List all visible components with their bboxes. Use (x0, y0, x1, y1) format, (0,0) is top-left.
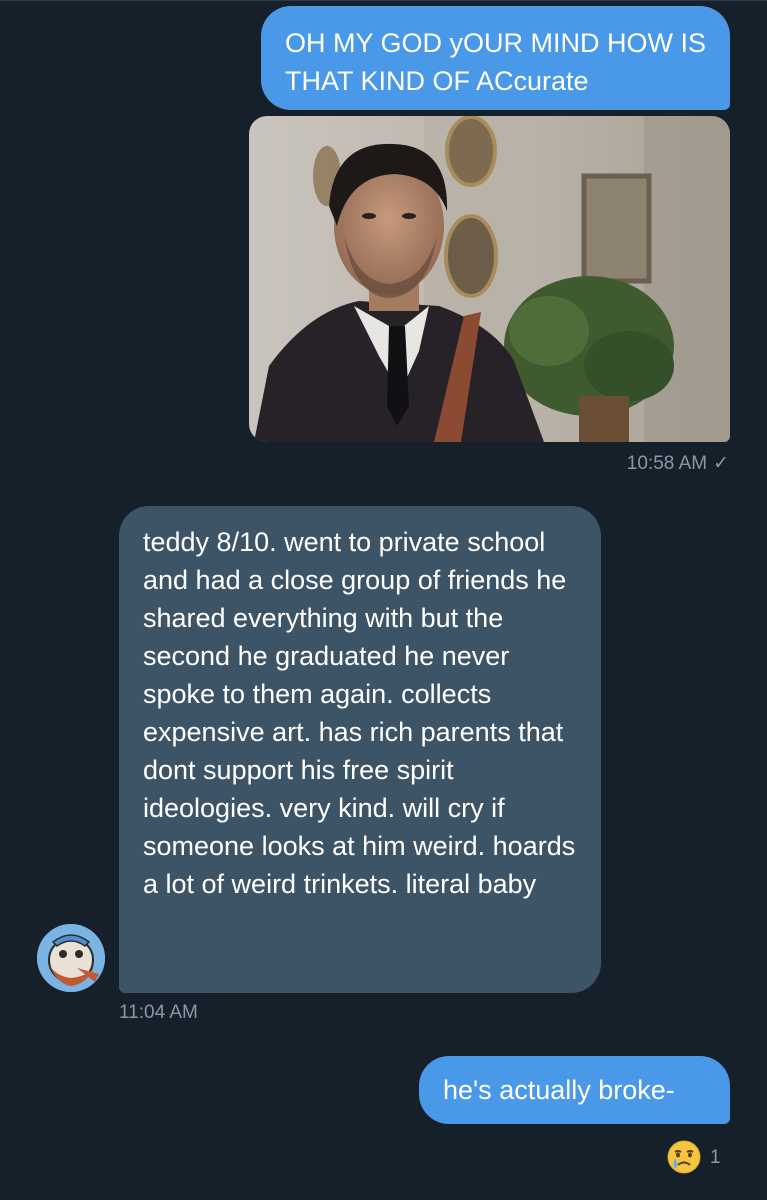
reaction-count: 1 (710, 1147, 721, 1168)
incoming-message-bubble[interactable]: teddy 8/10. went to private school and h… (119, 506, 601, 993)
message-text: OH MY GOD yOUR MIND HOW IS THAT KIND OF … (285, 28, 707, 96)
photo-message[interactable] (249, 116, 730, 442)
avatar[interactable] (37, 924, 105, 992)
message-text: he's actually broke- (443, 1075, 675, 1105)
timestamp-text: 10:58 AM (626, 453, 708, 474)
crying-face-icon (667, 1140, 701, 1174)
message-text: teddy 8/10. went to private school and h… (143, 527, 576, 899)
received-timestamp: 11:04 AM (119, 1002, 198, 1023)
checkmark-icon: ✓ (713, 453, 729, 474)
avatar-image (37, 924, 105, 992)
sent-timestamp: 10:58 AM ✓ (627, 452, 729, 476)
top-divider (0, 0, 767, 1)
message-reaction[interactable]: 1 (666, 1139, 726, 1179)
outgoing-message-bubble[interactable]: he's actually broke- (419, 1056, 730, 1124)
outgoing-message-bubble[interactable]: OH MY GOD yOUR MIND HOW IS THAT KIND OF … (261, 6, 730, 110)
photo-image (249, 116, 730, 442)
